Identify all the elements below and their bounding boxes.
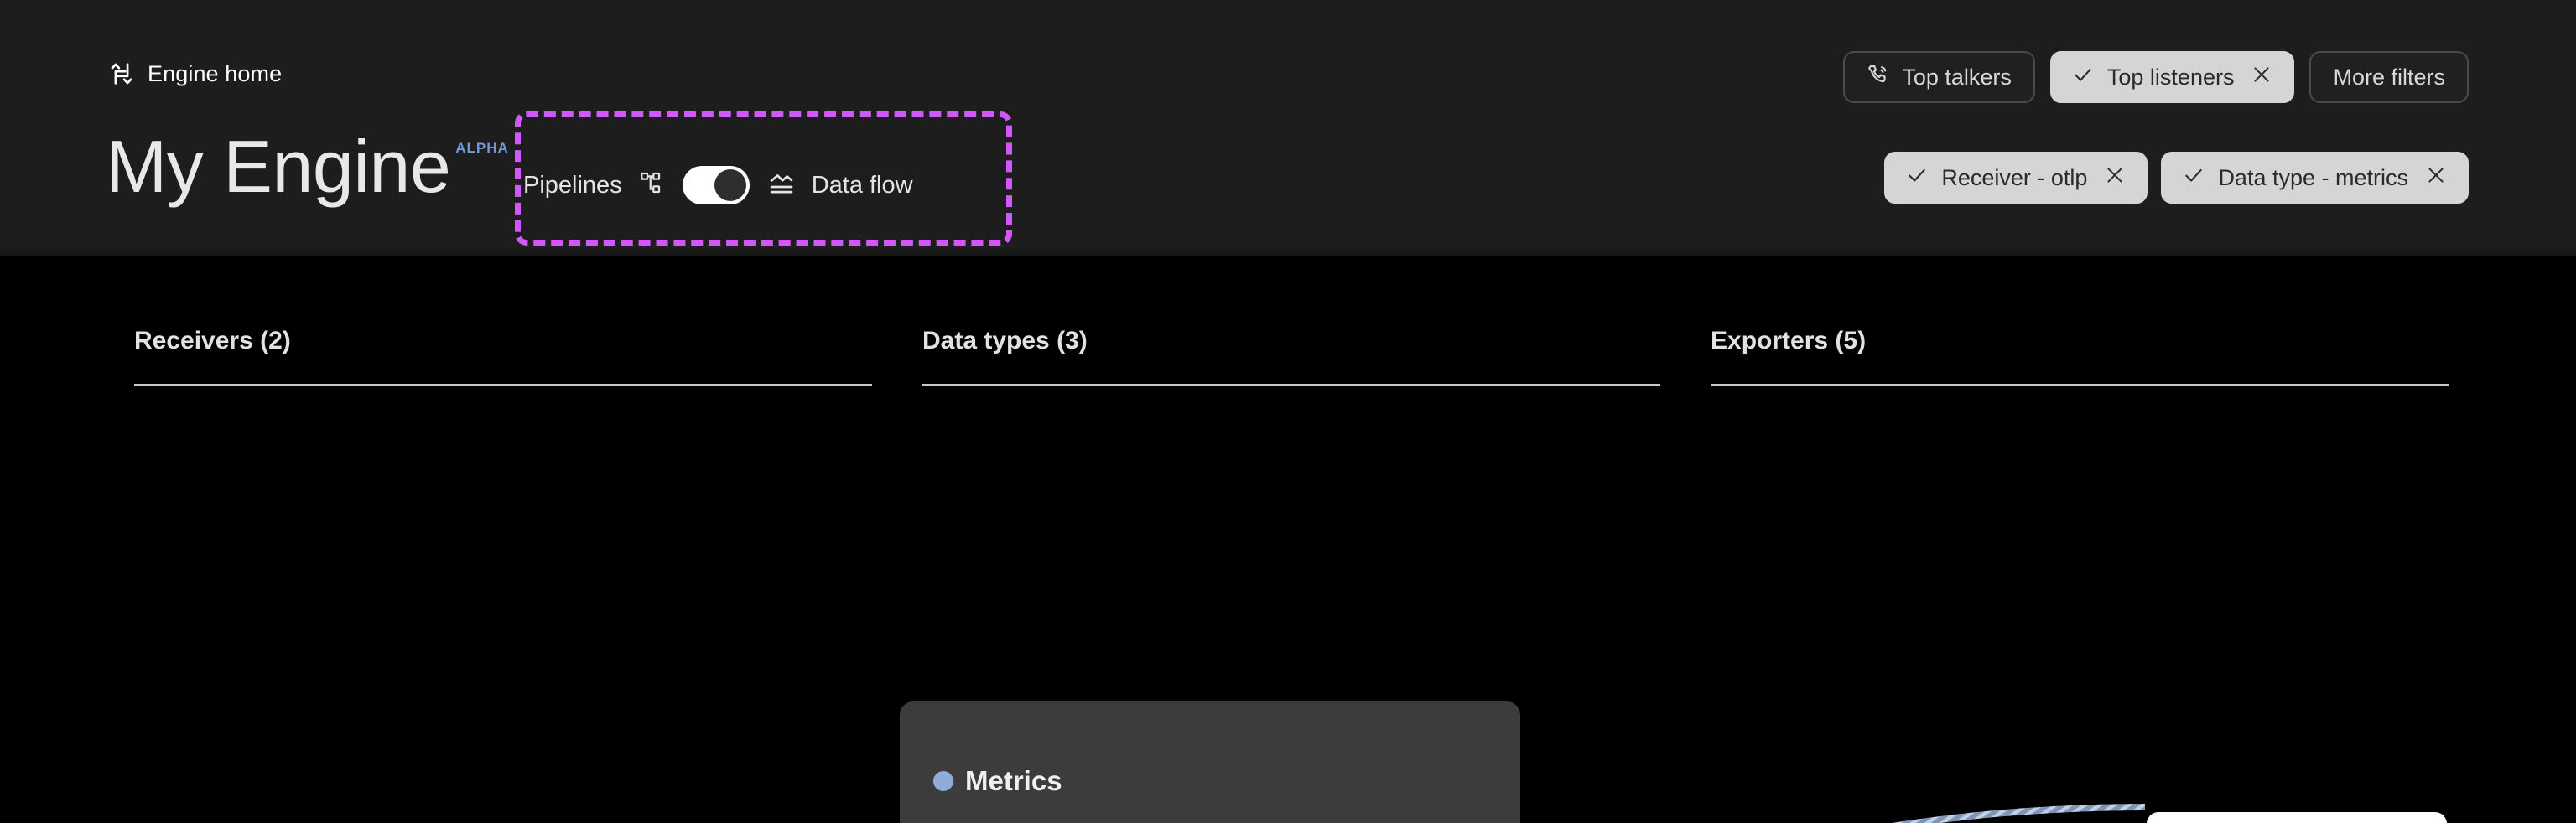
close-icon[interactable] xyxy=(2425,164,2447,192)
filter-top-listeners-chip[interactable]: Top listeners xyxy=(2049,51,2295,103)
column-header-data-types: Data types (3) xyxy=(922,327,1088,355)
more-filters-label: More filters xyxy=(2333,64,2445,90)
data-flow-chart-icon xyxy=(768,170,795,201)
breadcrumb[interactable]: Engine home xyxy=(107,59,282,89)
applied-filter-datatype-label: Data type - metrics xyxy=(2218,164,2408,190)
check-icon xyxy=(2072,64,2094,91)
transfer-arrows-icon xyxy=(107,60,136,88)
applied-filters: Receiver - otlp Data type - metrics xyxy=(1884,152,2469,204)
close-icon[interactable] xyxy=(2251,64,2272,91)
card-title: Metrics xyxy=(965,765,1062,796)
filter-top-talkers-label: Top talkers xyxy=(1902,64,2012,90)
primary-filters: Top talkers Top listeners More filters xyxy=(1843,51,2469,103)
more-filters-button[interactable]: More filters xyxy=(2309,51,2469,103)
check-icon xyxy=(2183,164,2205,192)
phone-talk-icon xyxy=(1867,63,1890,92)
engine-flow-page: Engine home My Engine ALPHA Pipelines Da… xyxy=(0,0,2576,823)
column-header-receivers: Receivers (2) xyxy=(134,327,291,355)
filter-top-talkers-button[interactable]: Top talkers xyxy=(1843,51,2035,103)
edge-metrics-to-prometheus xyxy=(1891,804,2146,823)
column-rule-data-types xyxy=(922,384,1660,386)
applied-filter-datatype-chip[interactable]: Data type - metrics xyxy=(2161,152,2469,204)
data-type-card-metrics[interactable]: Metrics 46,643 messages 1 processor xyxy=(900,701,1520,823)
filter-top-listeners-label: Top listeners xyxy=(2106,64,2235,90)
applied-filter-receiver-label: Receiver - otlp xyxy=(1941,164,2088,190)
applied-filter-receiver-chip[interactable]: Receiver - otlp xyxy=(1884,152,2148,204)
toggle-label-pipelines[interactable]: Pipelines xyxy=(523,172,622,199)
page-title: My Engine xyxy=(106,125,451,208)
breadcrumb-label: Engine home xyxy=(148,60,283,86)
close-icon[interactable] xyxy=(2104,164,2126,192)
pipeline-canvas: Receivers (2) Data types (3) Exporters (… xyxy=(0,256,2576,823)
switch-knob xyxy=(714,169,746,201)
toggle-label-data-flow[interactable]: Data flow xyxy=(812,172,913,199)
page-header: Engine home My Engine ALPHA Pipelines Da… xyxy=(0,0,2576,256)
card-title-row: Metrics xyxy=(933,765,1062,797)
exporter-node-otlphttp-prometheus[interactable]: otlphttp/prometheus xyxy=(2147,812,2447,823)
column-rule-receivers xyxy=(134,384,872,386)
hierarchy-icon xyxy=(639,170,666,201)
view-mode-switch[interactable] xyxy=(682,166,750,204)
page-title-row: My Engine ALPHA xyxy=(106,122,509,222)
alpha-badge: ALPHA xyxy=(455,140,509,156)
metrics-status-dot xyxy=(933,771,953,791)
column-header-exporters: Exporters (5) xyxy=(1711,327,1867,355)
view-mode-toggle-group[interactable]: Pipelines Data flow xyxy=(523,159,913,211)
check-icon xyxy=(1906,164,1928,192)
column-rule-exporters xyxy=(1711,384,2449,386)
